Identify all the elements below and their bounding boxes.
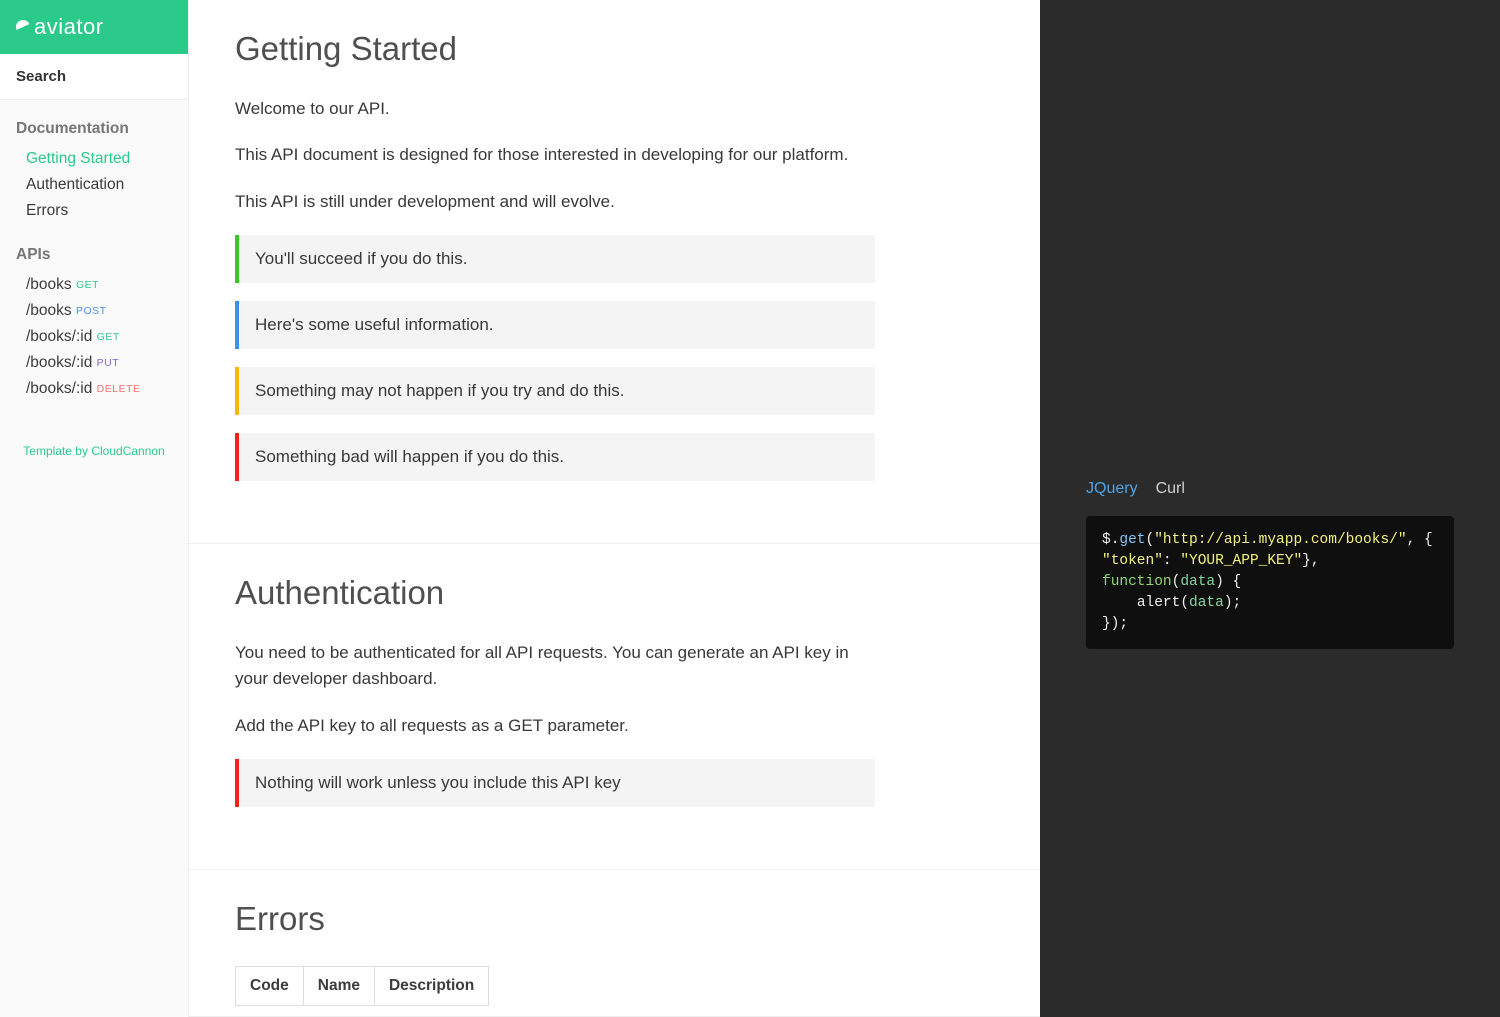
errors-table: Code Name Description [235, 966, 489, 1006]
nav-item-books-id-get[interactable]: /books/:id GET [16, 324, 172, 350]
logo-icon [14, 18, 32, 36]
tok: , [1407, 532, 1424, 548]
main-content: Getting Started Welcome to our API. This… [189, 0, 1040, 1017]
section-title: Errors [235, 900, 1012, 938]
api-path: /books/:id [26, 380, 92, 397]
api-method: DELETE [97, 383, 141, 395]
section-getting-started: Getting Started Welcome to our API. This… [189, 0, 1040, 544]
callout-info: Here's some useful information. [235, 301, 875, 349]
nav-list-apis: /books GET /books POST /books/:id GET /b… [16, 272, 172, 402]
page-title: Getting Started [235, 30, 1012, 68]
api-method: POST [76, 305, 107, 317]
callout-error: Something bad will happen if you do this… [235, 433, 875, 481]
credit-link[interactable]: Template by CloudCannon [23, 444, 164, 458]
code-tabs: JQuery Curl [1086, 480, 1454, 498]
paragraph: This API is still under development and … [235, 189, 875, 215]
code-block: JQuery Curl $.get("http://api.myapp.com/… [1086, 480, 1454, 649]
tok: } [1302, 553, 1311, 569]
api-method: PUT [97, 357, 120, 369]
tok: ) [1224, 595, 1233, 611]
logo-bar[interactable]: aviator [0, 0, 188, 54]
code-panel: JQuery Curl $.get("http://api.myapp.com/… [1040, 0, 1500, 1017]
tok: function [1102, 574, 1172, 590]
tok: { [1224, 574, 1241, 590]
callout-success: You'll succeed if you do this. [235, 235, 875, 283]
api-path: /books [26, 276, 72, 293]
nav-heading-apis: APIs [16, 246, 172, 264]
tok: ( [1180, 595, 1189, 611]
callout-error: Nothing will work unless you include thi… [235, 759, 875, 807]
section-authentication: Authentication You need to be authentica… [189, 544, 1040, 870]
code-sample: $.get("http://api.myapp.com/books/", { "… [1086, 516, 1454, 649]
tok: get [1119, 532, 1145, 548]
tok: : [1163, 553, 1180, 569]
tok: }); [1102, 616, 1128, 632]
nav-heading-docs: Documentation [16, 120, 172, 138]
tab-jquery[interactable]: JQuery [1086, 480, 1138, 498]
paragraph: This API document is designed for those … [235, 142, 875, 168]
nav-list-docs: Getting Started Authentication Errors [16, 146, 172, 224]
tok: $ [1102, 532, 1111, 548]
api-path: /books [26, 302, 72, 319]
tok: data [1180, 574, 1215, 590]
api-method: GET [76, 279, 99, 291]
paragraph: Welcome to our API. [235, 96, 875, 122]
paragraph: Add the API key to all requests as a GET… [235, 713, 875, 739]
nav-item-getting-started[interactable]: Getting Started [16, 146, 172, 172]
nav-item-books-id-put[interactable]: /books/:id PUT [16, 350, 172, 376]
tok: "token" [1102, 553, 1163, 569]
nav: Documentation Getting Started Authentica… [0, 100, 188, 430]
api-path: /books/:id [26, 354, 92, 371]
api-path: /books/:id [26, 328, 92, 345]
tok: alert [1102, 595, 1180, 611]
tok: ; [1233, 595, 1242, 611]
nav-item-books-id-delete[interactable]: /books/:id DELETE [16, 376, 172, 402]
tok: data [1189, 595, 1224, 611]
nav-item-books-get[interactable]: /books GET [16, 272, 172, 298]
tok: "http://api.myapp.com/books/" [1154, 532, 1406, 548]
section-title: Authentication [235, 574, 1012, 612]
brand-name: aviator [34, 14, 104, 40]
search-input[interactable]: Search [0, 54, 188, 100]
tok: , [1311, 553, 1328, 569]
nav-item-authentication[interactable]: Authentication [16, 172, 172, 198]
tok: ) [1215, 574, 1224, 590]
tok: ( [1146, 532, 1155, 548]
section-errors: Errors Code Name Description [189, 870, 1040, 1017]
tok: { [1424, 532, 1433, 548]
tok: "YOUR_APP_KEY" [1180, 553, 1302, 569]
api-method: GET [97, 331, 120, 343]
callout-warning: Something may not happen if you try and … [235, 367, 875, 415]
tab-curl[interactable]: Curl [1156, 480, 1185, 498]
nav-item-errors[interactable]: Errors [16, 198, 172, 224]
sidebar: aviator Search Documentation Getting Sta… [0, 0, 189, 1017]
nav-item-books-post[interactable]: /books POST [16, 298, 172, 324]
paragraph: You need to be authenticated for all API… [235, 640, 875, 693]
credit: Template by CloudCannon [0, 430, 188, 472]
